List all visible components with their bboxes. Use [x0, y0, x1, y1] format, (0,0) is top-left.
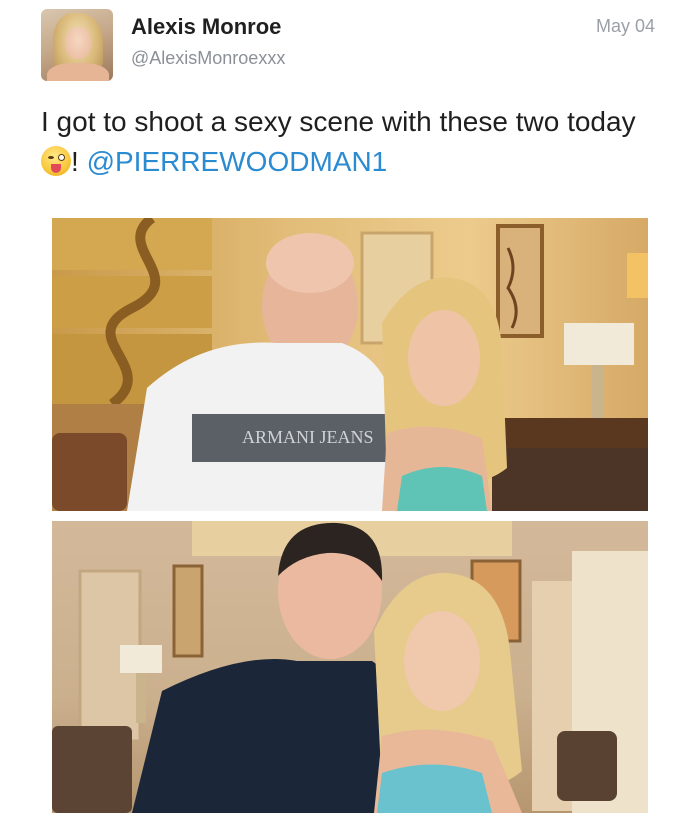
tweet-date[interactable]: May 04: [596, 16, 655, 37]
tweet-text-body: I got to shoot a sexy scene with these t…: [41, 106, 636, 137]
author-handle[interactable]: @AlexisMonroexxx: [131, 48, 285, 69]
tweet-photo-2[interactable]: [52, 521, 648, 813]
author-name[interactable]: Alexis Monroe: [131, 14, 281, 40]
tweet-text: I got to shoot a sexy scene with these t…: [41, 102, 661, 182]
mention-link[interactable]: @PIERREWOODMAN1: [87, 146, 388, 177]
tweet-text-punctuation: !: [71, 146, 87, 177]
tweet-photo-1[interactable]: ARMANI JEANS: [52, 218, 648, 511]
author-avatar[interactable]: [41, 9, 113, 81]
winking-tongue-emoji-icon: [41, 146, 71, 176]
shirt-print-text: ARMANI JEANS: [242, 427, 374, 447]
tweet-card: Alexis Monroe @AlexisMonroexxx May 04 I …: [0, 0, 700, 837]
